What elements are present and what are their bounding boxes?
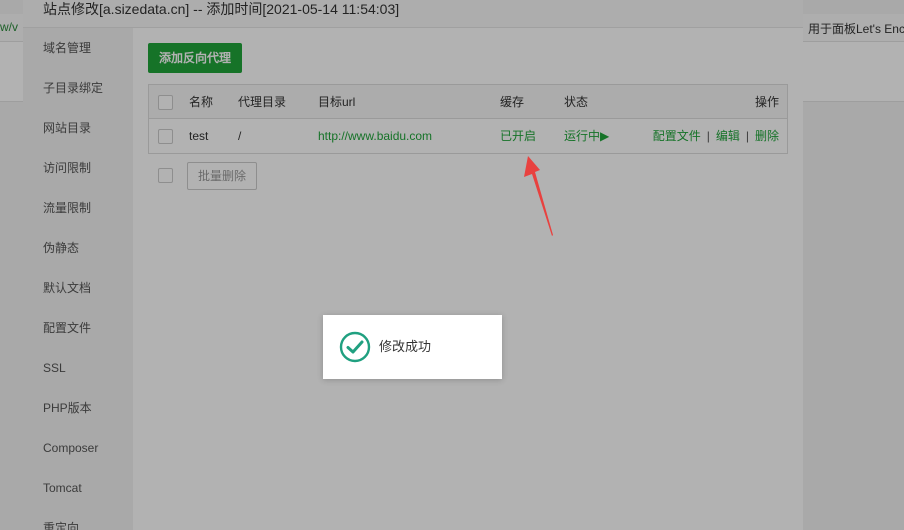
arrow-shape bbox=[524, 156, 553, 236]
toast-message: 修改成功 bbox=[379, 339, 432, 354]
red-arrow-annotation bbox=[524, 156, 553, 236]
success-toast: 修改成功 bbox=[323, 315, 502, 379]
check-circle-icon bbox=[339, 331, 371, 363]
